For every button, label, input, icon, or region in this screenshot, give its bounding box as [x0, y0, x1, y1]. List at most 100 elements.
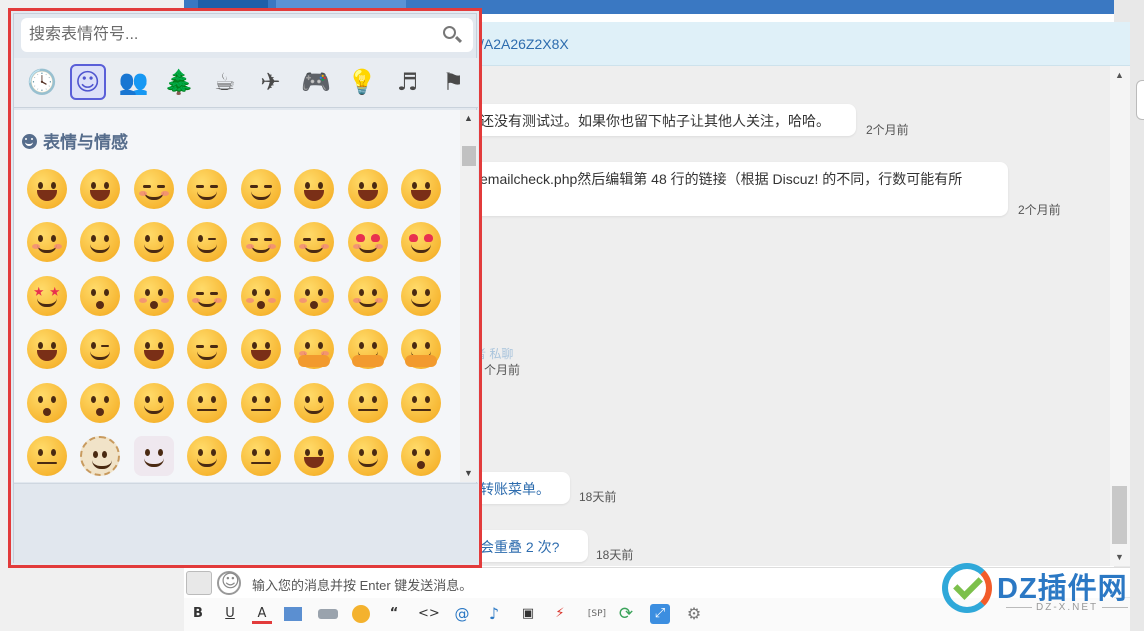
smiling-halo-icon[interactable]	[288, 216, 342, 270]
smiling-tear-icon[interactable]	[341, 269, 395, 323]
scroll-down-arrow-icon[interactable]: ▼	[464, 468, 473, 478]
category-food-icon[interactable]: ☕	[207, 64, 243, 100]
grinning-squinting-face-icon[interactable]	[234, 162, 288, 216]
face-peeking-icon[interactable]	[20, 376, 74, 430]
kissing-face-icon[interactable]	[127, 269, 181, 323]
resize-button[interactable]: ⤢	[650, 604, 670, 624]
winking-tongue-icon[interactable]	[74, 323, 128, 377]
emoji-grid	[20, 162, 460, 482]
emoji-button[interactable]	[217, 571, 241, 595]
category-symbols-icon[interactable]: ♬	[390, 64, 426, 100]
category-flags-icon[interactable]: ⚑	[435, 64, 471, 100]
at-button[interactable]: @	[452, 604, 472, 624]
raised-eyebrow-icon[interactable]	[288, 376, 342, 430]
film-button[interactable]: ▣	[518, 604, 538, 624]
smiling-face-icon[interactable]	[181, 269, 235, 323]
shushing-face-icon[interactable]	[74, 376, 128, 430]
category-people-icon[interactable]: 👥	[115, 64, 151, 100]
bold-button[interactable]: B	[188, 604, 208, 624]
emoji-scrollbar[interactable]: ▲ ▼	[460, 110, 478, 482]
melting-face-icon[interactable]	[127, 216, 181, 270]
message-bubble[interactable]: 会重叠 2 次?	[470, 530, 588, 562]
face-blowing-kiss-icon[interactable]	[74, 269, 128, 323]
scroll-thumb[interactable]	[1112, 486, 1127, 544]
no-mouth-icon[interactable]	[20, 430, 74, 483]
scroll-up-arrow-icon[interactable]: ▲	[464, 113, 473, 123]
conversation-link[interactable]: /A2A26Z2X8X	[480, 36, 569, 52]
underline-button[interactable]: U	[220, 604, 240, 624]
category-smileys-icon[interactable]: ☺	[69, 64, 106, 100]
smirking-face-icon[interactable]	[181, 430, 235, 483]
open-eyes-hand-over-mouth-icon[interactable]	[341, 323, 395, 377]
settings-button[interactable]: ⚙	[684, 604, 704, 624]
grinning-face-smiling-eyes-icon[interactable]	[127, 162, 181, 216]
star-struck-icon[interactable]	[20, 269, 74, 323]
face-in-clouds-icon[interactable]	[127, 430, 181, 483]
zany-face-icon[interactable]	[127, 323, 181, 377]
message-input[interactable]: 输入您的消息并按 Enter 键发送消息。	[252, 575, 472, 594]
emoji-search-input[interactable]	[29, 24, 429, 46]
upside-down-icon[interactable]	[74, 216, 128, 270]
image-icon[interactable]	[284, 607, 302, 621]
emoji-search-box[interactable]	[21, 18, 473, 52]
kissing-closed-eyes-icon[interactable]	[234, 269, 288, 323]
category-nature-icon[interactable]: 🌲	[161, 64, 197, 100]
hand-over-mouth-icon[interactable]	[395, 323, 449, 377]
smiley-section-icon	[22, 134, 37, 149]
category-recent-icon[interactable]: 🕓	[24, 64, 60, 100]
quote-button[interactable]: “	[384, 604, 404, 624]
message-time: 18天前	[596, 548, 634, 562]
heart-eyes-icon[interactable]	[395, 216, 449, 270]
message-bubble[interactable]: 转账菜单。	[470, 472, 570, 504]
scroll-thumb[interactable]	[462, 146, 476, 166]
refresh-button[interactable]: ⟳	[616, 604, 636, 624]
face-with-tears-of-joy-icon[interactable]	[395, 162, 449, 216]
neutral-face-icon[interactable]	[341, 376, 395, 430]
code-button[interactable]: <>	[418, 604, 440, 624]
category-objects-icon[interactable]: 💡	[344, 64, 380, 100]
rolling-eyes-icon[interactable]	[288, 430, 342, 483]
zipper-mouth-icon[interactable]	[234, 376, 288, 430]
grinning-face-icon[interactable]	[20, 162, 74, 216]
category-activities-icon[interactable]: 🎮	[298, 64, 334, 100]
smiling-hearts-icon[interactable]	[341, 216, 395, 270]
link-icon[interactable]	[318, 609, 338, 619]
saluting-face-icon[interactable]	[181, 376, 235, 430]
sp-button[interactable]: [SP]	[582, 604, 612, 624]
winking-face-icon[interactable]	[181, 216, 235, 270]
kissing-smiling-eyes-icon[interactable]	[288, 269, 342, 323]
grimacing-face-icon[interactable]	[341, 430, 395, 483]
squinting-tongue-icon[interactable]	[181, 323, 235, 377]
grinning-face-big-eyes-icon[interactable]	[74, 162, 128, 216]
emoji-preview-area	[14, 483, 478, 563]
smiling-eyes-icon[interactable]	[234, 216, 288, 270]
smiley-icon[interactable]	[352, 605, 370, 623]
scroll-up-arrow-icon[interactable]: ▲	[1115, 70, 1124, 80]
flash-button[interactable]: ⚡	[550, 604, 570, 624]
message-time: 个月前	[484, 363, 521, 377]
money-mouth-icon[interactable]	[234, 323, 288, 377]
avatar[interactable]	[1136, 80, 1144, 120]
chat-scrollbar[interactable]: ▲ ▼	[1110, 66, 1130, 566]
scroll-down-arrow-icon[interactable]: ▼	[1115, 552, 1124, 562]
search-icon[interactable]	[441, 24, 463, 46]
hugging-face-icon[interactable]	[288, 323, 342, 377]
tongue-out-icon[interactable]	[20, 323, 74, 377]
section-title: 表情与情感	[22, 128, 128, 153]
beaming-face-icon[interactable]	[181, 162, 235, 216]
watermark-logo: DZ插件网 DZ-X.NET	[942, 563, 1142, 623]
font-color-button[interactable]: A	[252, 604, 272, 624]
message-bubble: 还没有测试过。如果你也留下帖子让其他人关注，哈哈。	[470, 104, 856, 136]
grinning-sweat-icon[interactable]	[288, 162, 342, 216]
unamused-face-icon[interactable]	[234, 430, 288, 483]
expressionless-face-icon[interactable]	[395, 376, 449, 430]
category-travel-icon[interactable]: ✈	[253, 64, 289, 100]
slightly-smiling-icon[interactable]	[20, 216, 74, 270]
thinking-face-icon[interactable]	[127, 376, 181, 430]
face-exhaling-icon[interactable]	[395, 430, 449, 483]
rolling-on-floor-laughing-icon[interactable]	[341, 162, 395, 216]
music-button[interactable]: ♪	[484, 604, 504, 624]
dotted-line-face-icon[interactable]	[74, 430, 128, 483]
face-savoring-food-icon[interactable]	[395, 269, 449, 323]
image-upload-button[interactable]	[186, 571, 212, 595]
